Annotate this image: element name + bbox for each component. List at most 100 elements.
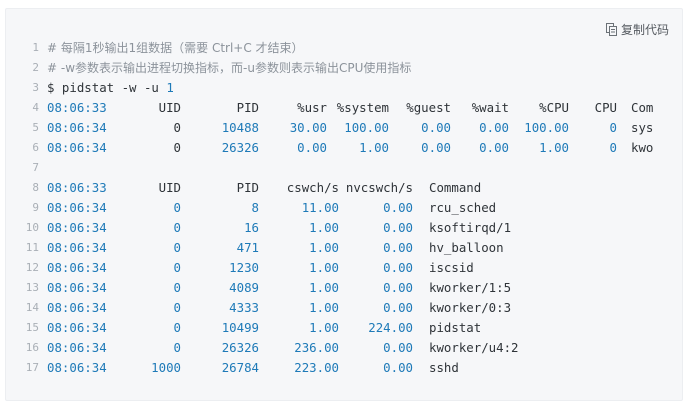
table-cell: 08:06:34 <box>47 280 107 295</box>
table-cell: 16 <box>244 220 259 235</box>
table-cell: 100.00 <box>344 120 389 135</box>
table-row: 5 08:06:34 0 10488 30.00 100.00 0.00 0.00 100.00… <box>6 118 682 138</box>
table-cell: kworker/0:3 <box>429 300 512 315</box>
table-cell: 0 <box>173 260 181 275</box>
line-number: 8 <box>32 181 39 194</box>
line-number: 11 <box>25 241 39 254</box>
table-cell: 30.00 <box>289 120 327 135</box>
table-cell: 0.00 <box>383 200 413 215</box>
table-cell: 0.00 <box>479 140 509 155</box>
table-cell: sys <box>631 120 654 135</box>
table-cell: 0.00 <box>297 140 327 155</box>
blank-line: 7 <box>6 158 682 178</box>
code-block: 复制代码 1 # 每隔1秒输出1组数据（需要 Ctrl+C 才结束） 2 # -w参数… <box>5 8 683 401</box>
table-header-cell: 08:06:33 <box>47 180 107 195</box>
table-cell: 4089 <box>229 280 259 295</box>
table-header-cell: UID <box>158 100 181 115</box>
code-text: # 每隔1秒输出1组数据（需要 Ctrl+C 才结束） <box>47 41 304 55</box>
table-cell: 1.00 <box>309 260 339 275</box>
table-row: 17 08:06:34 1000 26784 223.00 0.00 sshd <box>6 358 682 378</box>
line-number: 1 <box>32 41 39 54</box>
line-number: 3 <box>32 81 39 94</box>
line-number: 2 <box>32 61 39 74</box>
table-cell: 1.00 <box>309 300 339 315</box>
table-row: 15 08:06:34 0 10499 1.00 224.00 pidstat <box>6 318 682 338</box>
table-cell: 08:06:34 <box>47 260 107 275</box>
table-cell: 0.00 <box>383 260 413 275</box>
table-cell: 0 <box>173 220 181 235</box>
command-arg: 1 <box>166 80 174 95</box>
table-cell: iscsid <box>429 260 474 275</box>
table-row: 16 08:06:34 0 26326 236.00 0.00 kworker/u4:2 <box>6 338 682 358</box>
table-cell: 1.00 <box>359 140 389 155</box>
table-cell: 0 <box>173 320 181 335</box>
table-cell: 08:06:34 <box>47 340 107 355</box>
line-number: 6 <box>32 141 39 154</box>
table-cell: 0.00 <box>383 240 413 255</box>
table-cell: 471 <box>236 240 259 255</box>
table-header-cell: cswch/s <box>286 180 339 195</box>
table-header-cell: %CPU <box>539 100 569 115</box>
line-number: 15 <box>25 321 39 334</box>
table-cell: 1.00 <box>309 220 339 235</box>
copy-code-label: 复制代码 <box>620 22 669 37</box>
table-cell: 08:06:34 <box>47 300 107 315</box>
table-cell: 0.00 <box>383 280 413 295</box>
table-header-cell: %system <box>336 100 389 115</box>
table-header-cell: Command <box>429 180 482 195</box>
table-header-cell: CPU <box>594 100 617 115</box>
comment-line: 2 # -w参数表示输出进程切换指标，而-u参数则表示输出CPU使用指标 <box>6 58 682 78</box>
table-header-row: 4 08:06:33 UID PID %usr %system %guest %wait %CP… <box>6 98 682 118</box>
table-cell: 0.00 <box>383 300 413 315</box>
table-cell: 08:06:34 <box>47 140 107 155</box>
command-text: $ pidstat -w -u <box>47 80 167 95</box>
line-number: 13 <box>25 281 39 294</box>
table-cell: 08:06:34 <box>47 240 107 255</box>
table-cell: 08:06:34 <box>47 120 107 135</box>
table-cell: 1.00 <box>309 320 339 335</box>
table-header-row: 8 08:06:33 UID PID cswch/s nvcswch/s Command <box>6 178 682 198</box>
table-header-cell: PID <box>236 100 259 115</box>
code-text: # -w参数表示输出进程切换指标，而-u参数则表示输出CPU使用指标 <box>47 61 412 75</box>
table-cell: rcu_sched <box>429 200 497 215</box>
table-cell: 0 <box>609 120 617 135</box>
line-number: 9 <box>32 201 39 214</box>
line-number: 12 <box>25 261 39 274</box>
table-cell: 08:06:34 <box>47 220 107 235</box>
table-cell: 236.00 <box>294 340 339 355</box>
table-cell: 1.00 <box>309 240 339 255</box>
copy-icon <box>605 22 617 36</box>
line-number: 7 <box>32 161 39 174</box>
table-row: 12 08:06:34 0 1230 1.00 0.00 iscsid <box>6 258 682 278</box>
table-header-cell: nvcswch/s <box>345 180 413 195</box>
table-header-cell: UID <box>158 180 181 195</box>
copy-code-button[interactable]: 复制代码 <box>605 20 669 38</box>
table-cell: 0.00 <box>479 120 509 135</box>
table-cell: 1.00 <box>539 140 569 155</box>
table-cell: 11.00 <box>301 200 339 215</box>
table-cell: 1000 <box>151 360 181 375</box>
line-content: # -w参数表示输出进程切换指标，而-u参数则表示输出CPU使用指标 <box>47 58 411 78</box>
table-cell: 100.00 <box>524 120 569 135</box>
table-cell: 224.00 <box>368 320 413 335</box>
table-header-cell: %wait <box>471 100 509 115</box>
table-cell: ksoftirqd/1 <box>429 220 512 235</box>
table-cell: 0 <box>173 340 181 355</box>
table-cell: 223.00 <box>294 360 339 375</box>
table-cell: 0 <box>173 300 181 315</box>
table-cell: 8 <box>251 200 259 215</box>
table-cell: 0.00 <box>421 120 451 135</box>
table-cell: hv_balloon <box>429 240 504 255</box>
table-cell: 26784 <box>221 360 259 375</box>
table-row: 14 08:06:34 0 4333 1.00 0.00 kworker/0:3 <box>6 298 682 318</box>
table-cell: 4333 <box>229 300 259 315</box>
command-line: 3 $ pidstat -w -u 1 <box>6 78 682 98</box>
line-number: 16 <box>25 341 39 354</box>
table-cell: 08:06:34 <box>47 320 107 335</box>
line-number: 4 <box>32 101 39 114</box>
table-cell: 0 <box>173 140 181 155</box>
table-cell: 0.00 <box>383 360 413 375</box>
table-row: 10 08:06:34 0 16 1.00 0.00 ksoftirqd/1 <box>6 218 682 238</box>
table-row: 11 08:06:34 0 471 1.00 0.00 hv_balloon <box>6 238 682 258</box>
table-row: 6 08:06:34 0 26326 0.00 1.00 0.00 0.00 1.00 0 kwo <box>6 138 682 158</box>
